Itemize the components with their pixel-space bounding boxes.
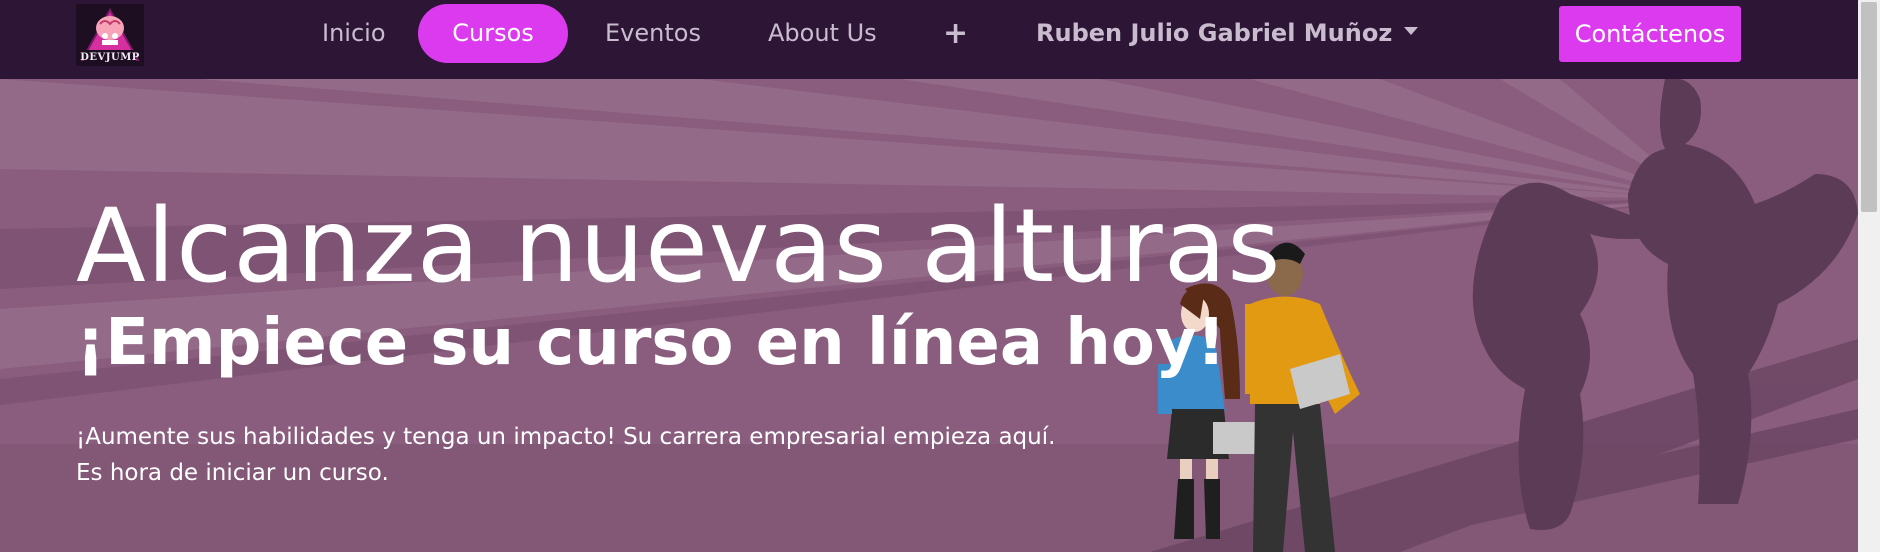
nav-link-about-us[interactable]: About Us bbox=[768, 0, 877, 67]
hero-description-line-2: Es hora de iniciar un curso. bbox=[76, 460, 389, 486]
devjump-logo[interactable]: DEVJUMP bbox=[76, 4, 144, 66]
logo-text: DEVJUMP bbox=[80, 52, 140, 63]
vertical-scrollbar[interactable] bbox=[1858, 0, 1880, 552]
nav-link-eventos[interactable]: Eventos bbox=[605, 0, 701, 67]
user-name: Ruben Julio Gabriel Muñoz bbox=[1036, 19, 1393, 47]
top-navbar: DEVJUMP Inicio Cursos Eventos About Us +… bbox=[0, 0, 1858, 79]
nav-link-cursos[interactable]: Cursos bbox=[418, 4, 568, 63]
hero-description: ¡Aumente sus habilidades y tenga un impa… bbox=[76, 419, 1055, 491]
nav-link-inicio[interactable]: Inicio bbox=[322, 0, 386, 67]
user-menu-toggle[interactable]: Ruben Julio Gabriel Muñoz bbox=[1036, 0, 1419, 67]
hero-banner: Alcanza nuevas alturas ¡Empiece su curso… bbox=[0, 79, 1858, 552]
chevron-down-icon bbox=[1404, 27, 1419, 35]
scrollbar-thumb[interactable] bbox=[1861, 2, 1877, 212]
hero-title: Alcanza nuevas alturas bbox=[76, 187, 1282, 306]
plus-icon[interactable]: + bbox=[943, 0, 968, 67]
contact-button[interactable]: Contáctenos bbox=[1559, 6, 1741, 62]
hero-description-line-1: ¡Aumente sus habilidades y tenga un impa… bbox=[76, 424, 1056, 450]
hero-subtitle: ¡Empiece su curso en línea hoy! bbox=[76, 306, 1226, 380]
